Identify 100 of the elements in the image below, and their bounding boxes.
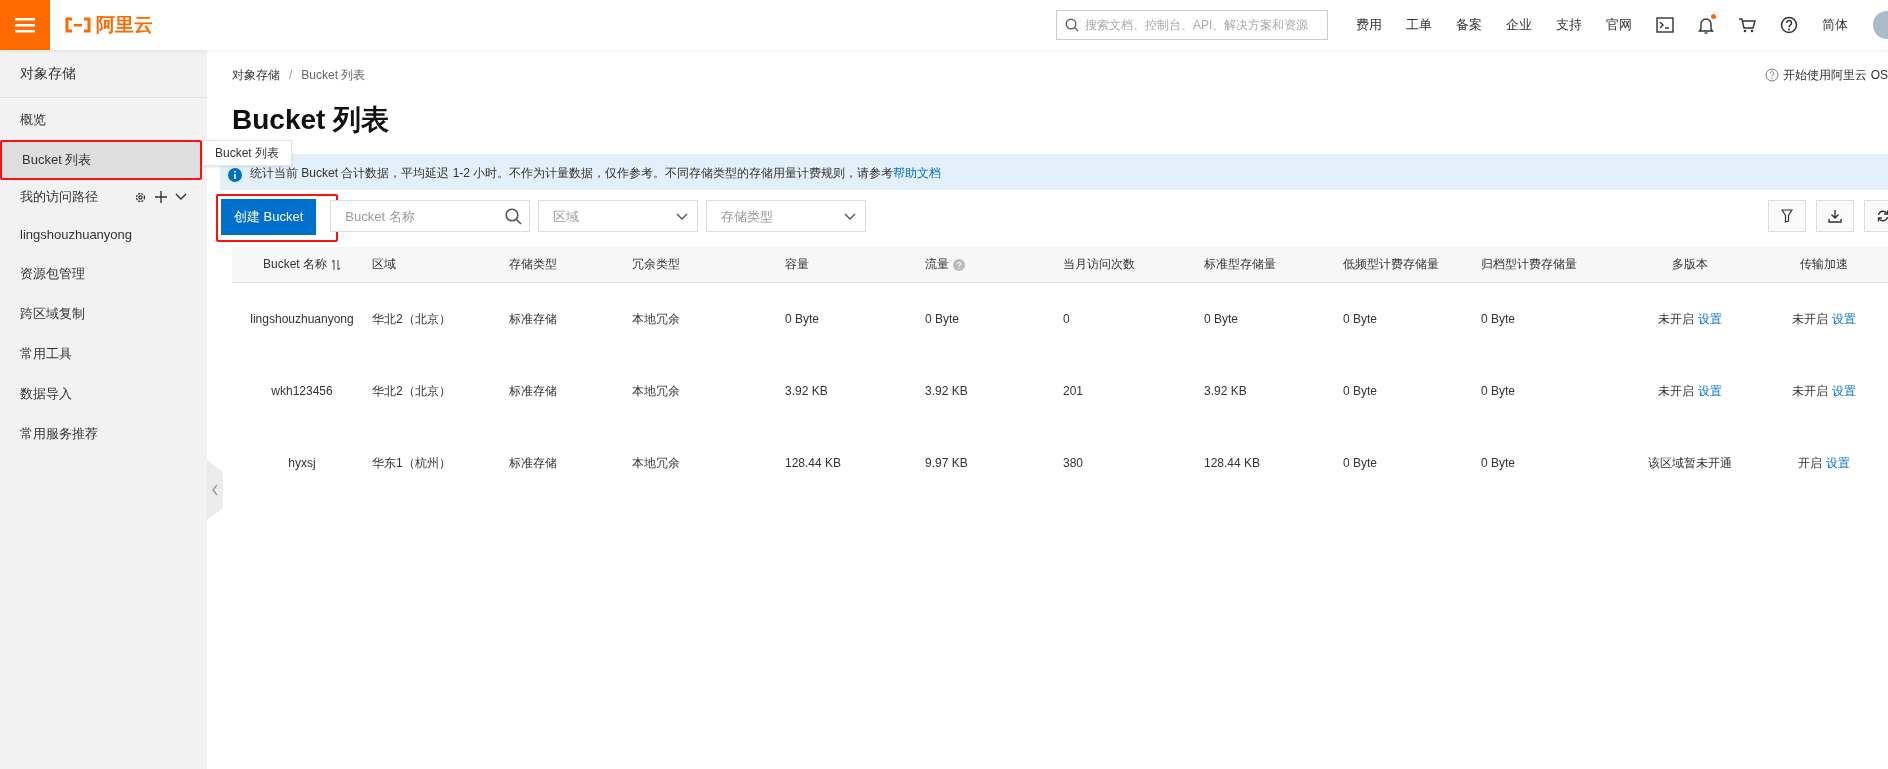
table-cell: 标准存储 <box>509 310 557 328</box>
table-cell: 0 Byte <box>1343 384 1378 398</box>
help-icon <box>1780 16 1798 34</box>
sidebar-item[interactable]: Bucket 列表 <box>0 140 202 180</box>
table-cell: lingshouzhuanyong <box>250 312 354 326</box>
table-cell: 201 <box>1063 384 1084 398</box>
column-header: 传输加速 <box>1800 256 1848 273</box>
language-link[interactable]: 简体 <box>1810 16 1860 34</box>
table-cell: 本地冗余 <box>632 382 680 400</box>
column-header: 归档型计费存储量 <box>1481 256 1577 273</box>
status-text: 未开启 <box>1658 382 1694 400</box>
table-cell: 标准存储 <box>509 382 557 400</box>
nav-link[interactable]: 费用 <box>1344 16 1394 34</box>
nav-link[interactable]: 备案 <box>1444 16 1494 34</box>
table-cell: 本地冗余 <box>632 310 680 328</box>
table-cell: wkh123456 <box>271 384 333 398</box>
search-field[interactable]: Bucket 名称 <box>330 200 531 232</box>
sidebar-group-label: 我的访问路径 <box>20 188 99 206</box>
table-cell: 0 Byte <box>1481 312 1516 326</box>
table-cell: 0 Byte <box>1481 456 1516 470</box>
settings-link[interactable]: 设置 <box>1832 382 1856 400</box>
notice-text: 统计当前 Bucket 合计数据，平均延迟 1-2 小时。不作为计量数据，仅作参考。不同存储类型的存储用量计费规则，请参考帮助文档 <box>250 165 942 182</box>
nav-link[interactable]: 官网 <box>1594 16 1644 34</box>
column-header: 存储类型 <box>509 256 557 273</box>
chevron-left-icon <box>212 484 218 496</box>
settings-link[interactable]: 设置 <box>1698 310 1722 328</box>
table-cell: 380 <box>1063 456 1084 470</box>
sidebar-item[interactable]: 概览 <box>0 100 207 140</box>
info-icon <box>228 168 242 182</box>
logo-icon <box>64 17 92 33</box>
sidebar-item[interactable]: 跨区域复制 <box>0 294 207 334</box>
column-header: 低频型计费存储量 <box>1343 256 1439 273</box>
table-cell: 3.92 KB <box>785 384 828 398</box>
table-cell: 128.44 KB <box>1204 456 1261 470</box>
table-cell: 128.44 KB <box>785 456 842 470</box>
settings-link[interactable]: 设置 <box>1826 454 1850 472</box>
nav-link[interactable]: 企业 <box>1494 16 1544 34</box>
menu-icon <box>15 17 35 33</box>
sidebar-title: 对象存储 <box>0 50 207 98</box>
help-link[interactable]: 开始使用阿里云 OS <box>1765 66 1888 84</box>
table-cell: 本地冗余 <box>632 454 680 472</box>
status-text: 未开启 <box>1658 310 1694 328</box>
help-icon <box>1765 68 1780 82</box>
sort-icon[interactable] <box>331 258 341 271</box>
download-button[interactable] <box>1816 200 1854 232</box>
table-cell: 3.92 KB <box>1204 384 1247 398</box>
plus-icon[interactable] <box>155 191 167 203</box>
table-cell: 华东1（杭州） <box>372 454 451 472</box>
search-field[interactable]: 搜索文档、控制台、API、解决方案和资源 <box>1056 10 1328 40</box>
table-cell: hyxsj <box>288 456 316 470</box>
table-cell: 0 Byte <box>1204 312 1239 326</box>
search-icon <box>505 207 523 225</box>
tooltip: Bucket 列表 <box>202 140 293 166</box>
funnel-icon <box>1781 209 1793 223</box>
column-header: Bucket 名称 <box>263 256 327 273</box>
page-title: Bucket 列表 <box>232 103 391 137</box>
settings-link[interactable]: 设置 <box>1832 310 1856 328</box>
settings-link[interactable]: 设置 <box>1698 382 1722 400</box>
breadcrumb-separator: / <box>289 68 293 82</box>
table-cell: 0 Byte <box>1343 312 1378 326</box>
sidebar-item[interactable]: 资源包管理 <box>0 254 207 294</box>
help-doc-link[interactable]: 帮助文档 <box>893 166 942 180</box>
sidebar-item[interactable]: 常用服务推荐 <box>0 414 207 454</box>
download-icon <box>1828 209 1842 223</box>
terminal-icon <box>1656 17 1674 33</box>
dropdown[interactable]: 区域 <box>538 200 699 232</box>
dropdown[interactable]: 存储类型 <box>706 200 867 232</box>
create-bucket-button[interactable]: 创建 Bucket <box>221 199 317 235</box>
table-cell: 华北2（北京） <box>372 382 451 400</box>
status-text: 未开启 <box>1792 382 1828 400</box>
status-text: 未开启 <box>1792 310 1828 328</box>
column-header: 区域 <box>372 256 396 273</box>
nav-link[interactable]: 工单 <box>1394 16 1444 34</box>
table-cell: 3.92 KB <box>925 384 968 398</box>
column-header: 多版本 <box>1672 256 1708 273</box>
table-cell: 0 Byte <box>1343 456 1378 470</box>
table-cell: 0 <box>1063 312 1070 326</box>
column-header: 当月访问次数 <box>1063 256 1135 273</box>
breadcrumb-item: Bucket 列表 <box>301 66 366 84</box>
cart-icon <box>1738 17 1756 33</box>
table-cell: 标准存储 <box>509 454 557 472</box>
column-header: 容量 <box>785 256 809 273</box>
table-cell: 9.97 KB <box>925 456 968 470</box>
breadcrumb-item[interactable]: 对象存储 <box>232 66 280 84</box>
bell-icon <box>1698 16 1714 34</box>
column-header: 流量 <box>925 256 949 273</box>
refresh-icon <box>1876 209 1888 223</box>
chevron-icon[interactable] <box>175 193 187 201</box>
search-icon <box>1065 18 1079 32</box>
chevron-down-icon <box>844 212 857 220</box>
sidebar-item[interactable]: 常用工具 <box>0 334 207 374</box>
nav-link[interactable]: 支持 <box>1544 16 1594 34</box>
sidebar-item[interactable]: lingshouzhuanyong <box>0 214 207 254</box>
gear-icon[interactable] <box>134 190 147 204</box>
status-text: 该区域暂未开通 <box>1648 454 1732 472</box>
table-cell: 0 Byte <box>1481 384 1516 398</box>
filter-button[interactable] <box>1768 200 1806 232</box>
menu-button[interactable] <box>0 0 50 50</box>
table-cell: 华北2（北京） <box>372 310 451 328</box>
sidebar-item[interactable]: 数据导入 <box>0 374 207 414</box>
